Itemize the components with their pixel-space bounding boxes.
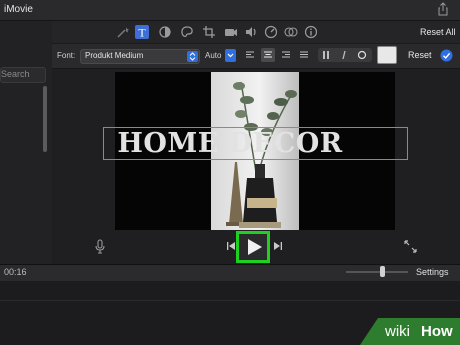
title-bar xyxy=(0,0,460,21)
settings-button[interactable]: Settings xyxy=(416,267,449,277)
gauge-icon[interactable] xyxy=(264,25,278,39)
skip-forward-icon[interactable] xyxy=(273,241,283,251)
italic-icon[interactable] xyxy=(338,49,350,61)
speaker-icon[interactable] xyxy=(244,25,258,39)
zoom-slider-track[interactable] xyxy=(346,271,408,273)
share-icon[interactable] xyxy=(436,2,450,16)
play-button[interactable] xyxy=(236,231,270,263)
title-overlay-text[interactable]: HOME DECOR xyxy=(0,127,460,160)
timeline-divider xyxy=(0,300,460,301)
text-style-group xyxy=(318,48,372,62)
play-button-inner xyxy=(239,234,267,260)
title-text-icon[interactable]: T xyxy=(135,25,149,39)
align-left-icon[interactable] xyxy=(243,48,257,62)
svg-text:T: T xyxy=(138,26,146,40)
font-select-value: Produkt Medium xyxy=(85,51,144,60)
zoom-slider-knob[interactable] xyxy=(380,266,385,277)
checkmark-icon[interactable] xyxy=(440,49,453,62)
skip-back-icon[interactable] xyxy=(226,241,236,251)
align-right-icon[interactable] xyxy=(279,48,293,62)
search-input[interactable]: Search xyxy=(0,67,46,83)
camera-icon[interactable] xyxy=(224,25,238,39)
palette-icon[interactable] xyxy=(180,25,194,39)
filter-icon[interactable] xyxy=(284,25,298,39)
text-color-well[interactable] xyxy=(377,46,397,64)
outline-icon[interactable] xyxy=(356,49,368,61)
font-size-value: Auto xyxy=(205,51,222,60)
reset-all-button[interactable]: Reset All xyxy=(420,27,456,37)
info-icon[interactable] xyxy=(304,25,318,39)
align-center-icon[interactable] xyxy=(261,48,275,62)
font-label: Font: xyxy=(57,51,76,60)
reset-button[interactable]: Reset xyxy=(408,50,432,60)
font-select[interactable]: Produkt Medium xyxy=(80,49,200,64)
alignment-group xyxy=(243,48,311,62)
align-justify-icon[interactable] xyxy=(297,48,311,62)
color-balance-icon[interactable] xyxy=(158,25,172,39)
bold-icon[interactable] xyxy=(320,49,332,61)
watermark-wiki-text: wiki xyxy=(385,323,410,340)
timecode: 00:16 xyxy=(4,267,27,277)
crop-icon[interactable] xyxy=(202,25,216,39)
microphone-icon[interactable] xyxy=(94,239,106,255)
fullscreen-icon[interactable] xyxy=(404,240,417,253)
search-input-text: Search xyxy=(1,69,30,79)
app-title: iMovie xyxy=(4,4,33,15)
timeline-header xyxy=(0,264,460,282)
chevron-updown-icon xyxy=(187,51,198,62)
watermark-how-text: How xyxy=(421,323,453,340)
play-icon xyxy=(248,239,262,255)
magic-wand-icon[interactable] xyxy=(116,25,130,39)
font-size-stepper[interactable] xyxy=(225,49,236,62)
